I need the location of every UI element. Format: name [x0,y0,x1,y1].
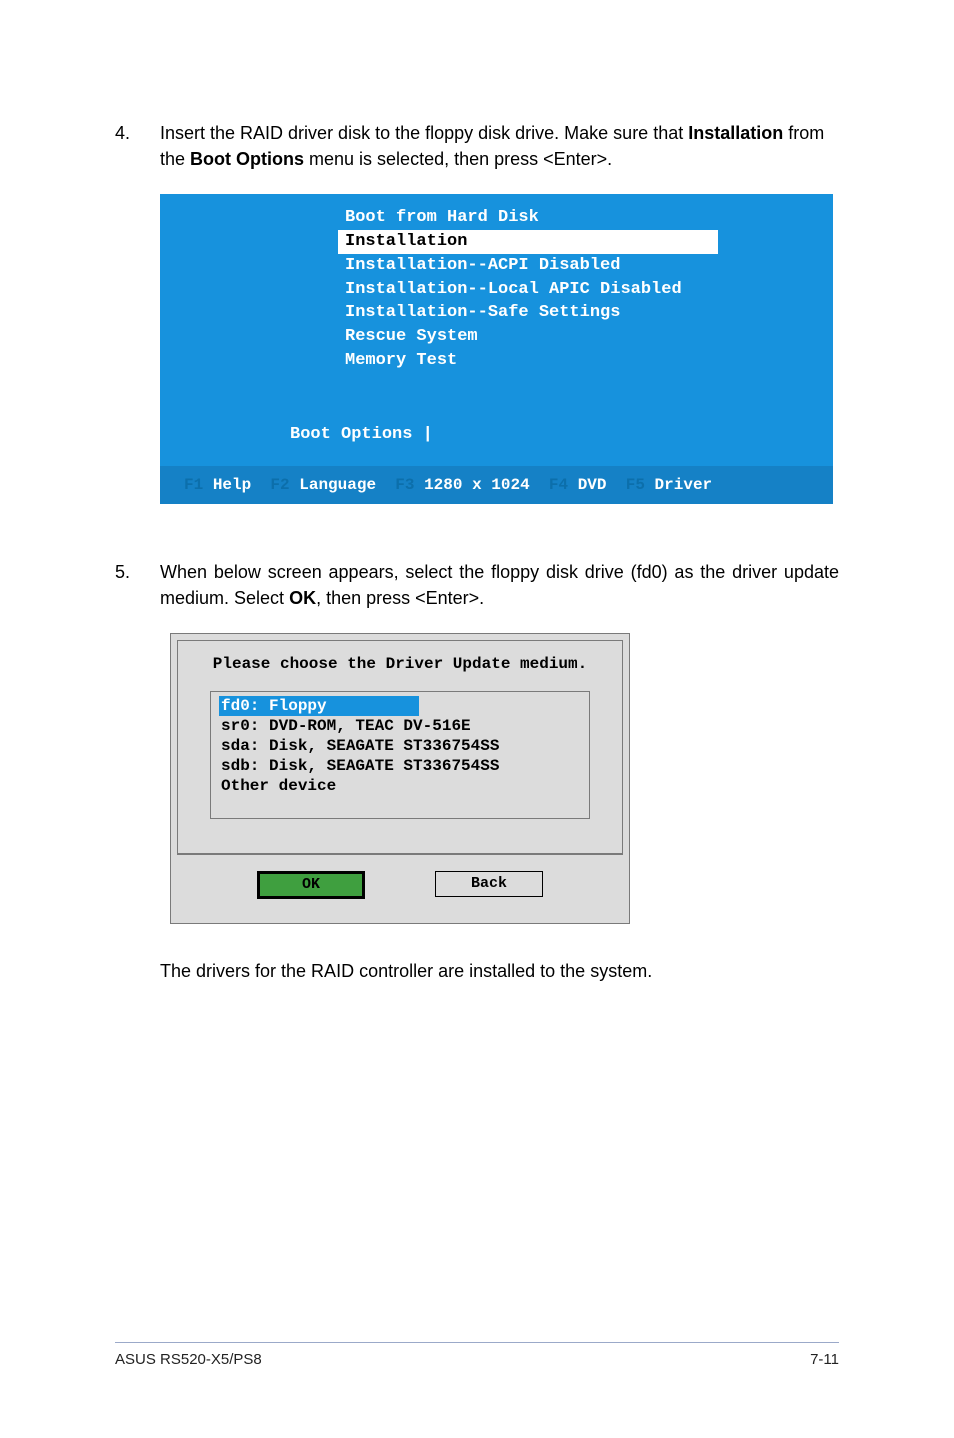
boot-item-local-apic-disabled[interactable]: Installation--Local APIC Disabled [345,278,809,302]
f4-dvd-label[interactable]: DVD [578,476,607,494]
step4-text: Insert the RAID driver disk to the flopp… [160,120,839,172]
boot-item-hard-disk[interactable]: Boot from Hard Disk [345,206,809,230]
f1-help-label[interactable]: Help [213,476,251,494]
step4-pre: Insert the RAID driver disk to the flopp… [160,123,688,143]
boot-item-memory-test[interactable]: Memory Test [345,349,809,373]
f5-key: F5 [626,476,645,494]
closing-text: The drivers for the RAID controller are … [160,958,839,984]
ok-button[interactable]: OK [257,871,365,899]
step5-text: When below screen appears, select the fl… [160,559,839,611]
f2-key: F2 [270,476,289,494]
input-cursor-icon: | [423,425,433,444]
footer-model: ASUS RS520-X5/PS8 [115,1351,262,1368]
driver-update-dialog: Please choose the Driver Update medium. … [170,633,630,924]
back-button[interactable]: Back [435,871,543,897]
step5-number: 5. [115,559,160,611]
page-footer: ASUS RS520-X5/PS8 7-11 [115,1342,839,1368]
f3-resolution-label[interactable]: 1280 x 1024 [424,476,530,494]
boot-fkey-bar: F1 Help F2 Language F3 1280 x 1024 F4 DV… [160,466,833,504]
dialog-list: fd0: Floppy sr0: DVD-ROM, TEAC DV-516E s… [210,691,590,819]
step4-bold-installation: Installation [688,123,783,143]
boot-options-label: Boot Options [290,425,412,444]
f4-key: F4 [549,476,568,494]
dialog-item-fd0[interactable]: fd0: Floppy [219,696,419,716]
dialog-item-sdb[interactable]: sdb: Disk, SEAGATE ST336754SS [211,756,589,776]
step5-bold-ok: OK [289,588,316,608]
boot-item-acpi-disabled[interactable]: Installation--ACPI Disabled [345,254,809,278]
f2-language-label[interactable]: Language [299,476,376,494]
boot-options-input[interactable]: Boot Options | [160,425,833,444]
dialog-item-sr0[interactable]: sr0: DVD-ROM, TEAC DV-516E [211,716,589,736]
f5-driver-label[interactable]: Driver [655,476,713,494]
f3-key: F3 [395,476,414,494]
step4-number: 4. [115,120,160,172]
boot-menu-screenshot: Boot from Hard Disk Installation Install… [160,194,833,504]
footer-page-number: 7-11 [810,1351,839,1368]
f1-key: F1 [184,476,203,494]
boot-item-rescue-system[interactable]: Rescue System [345,325,809,349]
step4-bold-boot-options: Boot Options [190,149,304,169]
step4-post: menu is selected, then press <Enter>. [304,149,612,169]
boot-item-safe-settings[interactable]: Installation--Safe Settings [345,301,809,325]
step5-post: , then press <Enter>. [316,588,484,608]
step5-pre: When below screen appears, select the fl… [160,562,839,608]
dialog-item-sda[interactable]: sda: Disk, SEAGATE ST336754SS [211,736,589,756]
dialog-item-other[interactable]: Other device [211,776,589,796]
dialog-title: Please choose the Driver Update medium. [198,655,602,673]
boot-item-installation[interactable]: Installation [338,230,718,254]
